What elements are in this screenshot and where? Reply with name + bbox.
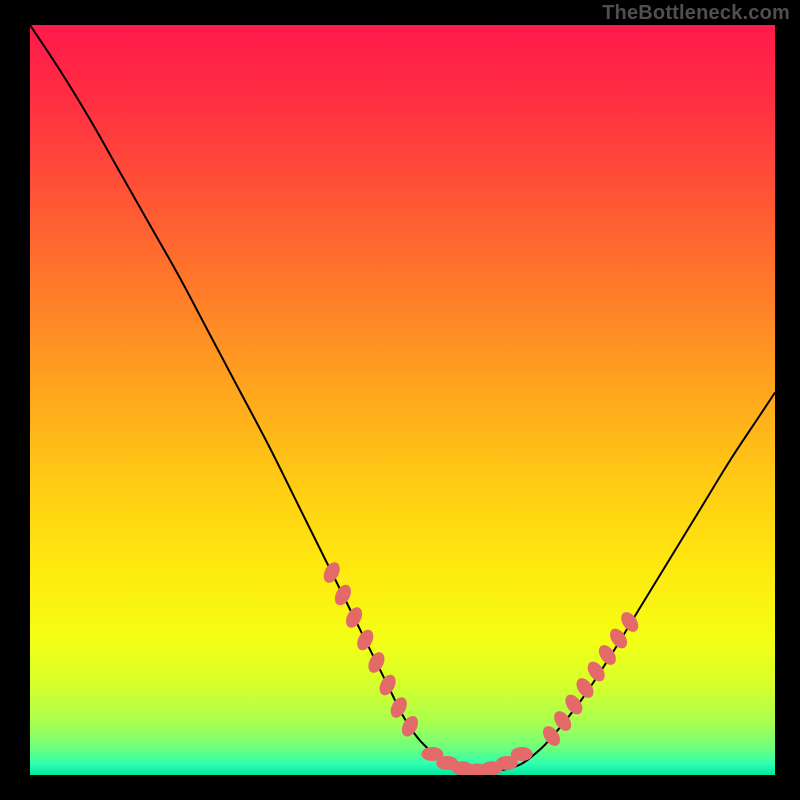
- plot-area: [30, 25, 775, 775]
- gradient-background: [30, 25, 775, 775]
- watermark-text: TheBottleneck.com: [602, 2, 790, 25]
- chart-frame: TheBottleneck.com: [0, 0, 800, 800]
- curve-marker: [511, 747, 533, 761]
- chart-svg: [30, 25, 775, 775]
